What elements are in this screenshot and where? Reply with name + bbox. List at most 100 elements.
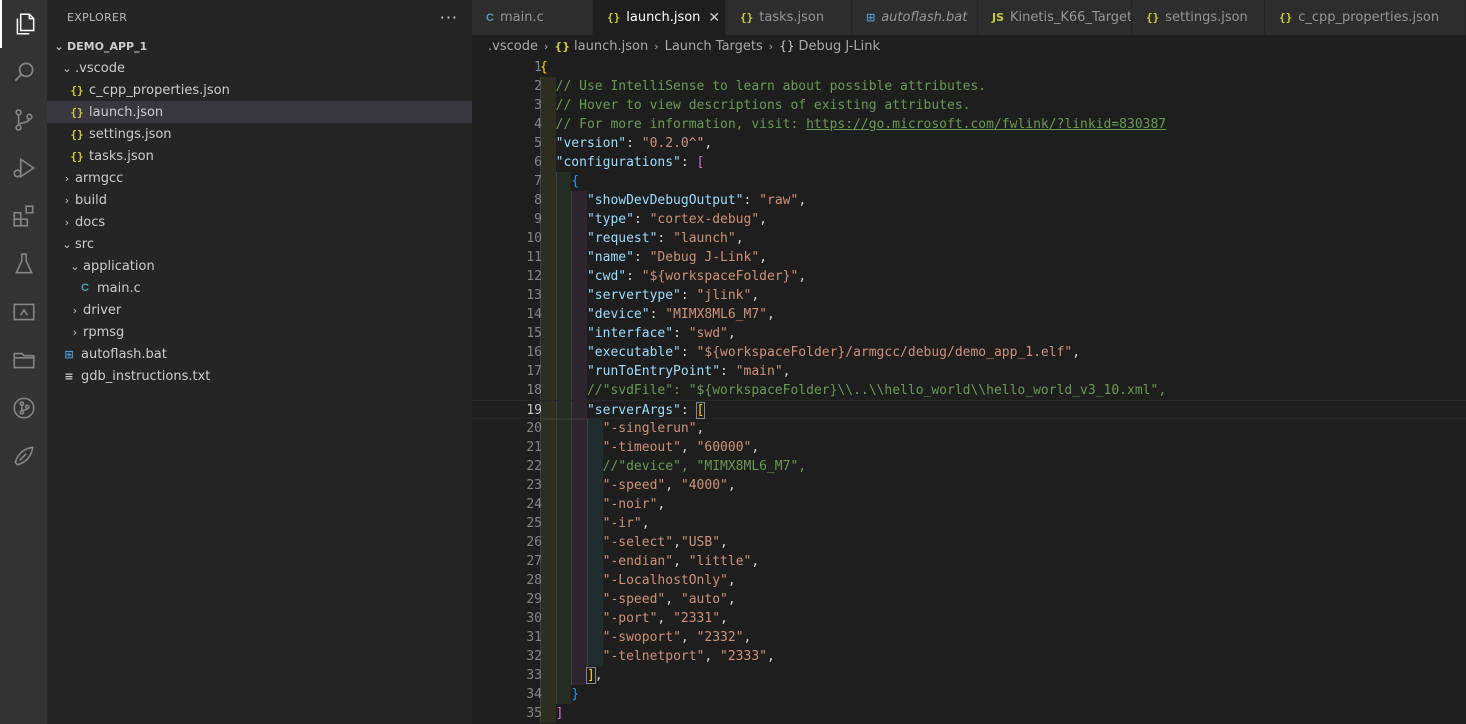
code-line[interactable]: 16 "executable": "${workspaceFolder}/armg… [472, 343, 1466, 362]
code-line[interactable]: 6 "configurations": [ [472, 153, 1466, 172]
more-actions-icon[interactable]: ··· [440, 8, 458, 27]
tree-item[interactable]: {} settings.json [47, 123, 472, 145]
code-token: : [680, 155, 697, 170]
tab-main-c[interactable]: Cmain.c [472, 0, 593, 35]
code-text: // Hover to view descriptions of existin… [556, 96, 971, 115]
tree-item[interactable]: Cmain.c [47, 277, 472, 299]
code-line[interactable]: 1{ [472, 58, 1466, 77]
code-token: , [798, 269, 807, 284]
search-icon[interactable] [0, 48, 47, 96]
close-icon[interactable]: ✕ [708, 10, 720, 26]
code-line[interactable]: 31 "-swoport", "2332", [472, 628, 1466, 647]
code-token: , [696, 421, 705, 436]
code-line[interactable]: 12 "cwd": "${workspaceFolder}", [472, 267, 1466, 286]
indent-rainbow [555, 590, 572, 609]
indent-guide [586, 647, 588, 666]
tree-item[interactable]: {} tasks.json [47, 145, 472, 167]
code-line[interactable]: 33], [472, 666, 1466, 685]
indent-rainbow [540, 495, 556, 514]
code-line[interactable]: 20 "-singlerun", [472, 419, 1466, 438]
code-line[interactable]: 14 "device": "MIMX8ML6_M7", [472, 305, 1466, 324]
line-number: 10 [526, 231, 542, 246]
tree-item[interactable]: ⌄ .vscode [47, 57, 472, 79]
code-line[interactable]: 35] [472, 704, 1466, 723]
cortex-debug-icon[interactable] [0, 432, 47, 480]
code-line[interactable]: 8 "showDevDebugOutput": "raw", [472, 191, 1466, 210]
tree-item[interactable]: › docs [47, 211, 472, 233]
code-token: "4000" [680, 478, 728, 493]
code-text: //"device", "MIMX8ML6_M7", [603, 457, 807, 476]
folder-icon[interactable] [0, 336, 47, 384]
code-text: "-port", "2331", [603, 609, 728, 628]
line-number: 14 [526, 307, 542, 322]
code-line[interactable]: 9 "type": "cortex-debug", [472, 210, 1466, 229]
code-line[interactable]: 24 "-noir", [472, 495, 1466, 514]
remote-explorer-icon[interactable] [0, 288, 47, 336]
tab-c-cpp-properties-json[interactable]: {} c_cpp_properties.json [1265, 0, 1466, 35]
code-line[interactable]: 10 "request": "launch", [472, 229, 1466, 248]
tree-item[interactable]: › build [47, 189, 472, 211]
breadcrumb-item[interactable]: Launch Targets [665, 39, 763, 54]
code-line[interactable]: 7{ [472, 172, 1466, 191]
code-line[interactable]: 17 "runToEntryPoint": "main", [472, 362, 1466, 381]
tree-item[interactable]: ⊞ autoflash.bat [47, 343, 472, 365]
run-debug-icon[interactable] [0, 144, 47, 192]
tree-item[interactable]: › armgcc [47, 167, 472, 189]
code-line[interactable]: 19 "serverArgs": [ [472, 400, 1466, 420]
tab-kinetis-k66-target-js[interactable]: JS Kinetis_K66_Target.js [978, 0, 1132, 35]
code-line[interactable]: 32 "-telnetport", "2333", [472, 647, 1466, 666]
code-text: // Use IntelliSense to learn about possi… [556, 77, 986, 96]
tree-item[interactable]: {} launch.json [47, 101, 472, 123]
tab-settings-json[interactable]: {} settings.json [1132, 0, 1265, 35]
code-line[interactable]: 28 "-LocalhostOnly", [472, 571, 1466, 590]
code-line[interactable]: 15 "interface": "swd", [472, 324, 1466, 343]
git-graph-icon[interactable] [0, 384, 47, 432]
code-line[interactable]: 26 "-select","USB", [472, 533, 1466, 552]
code-line[interactable]: 21 "-timeout", "60000", [472, 438, 1466, 457]
code-line[interactable]: 3 // Hover to view descriptions of existi… [472, 96, 1466, 115]
extensions-icon[interactable] [0, 192, 47, 240]
tree-item[interactable]: ≡ gdb_instructions.txt [47, 365, 472, 387]
code-line[interactable]: 2 // Use IntelliSense to learn about poss… [472, 77, 1466, 96]
code-token: "${workspaceFolder}" [641, 269, 799, 284]
breadcrumb-item[interactable]: Debug J-Link [798, 39, 880, 54]
code-token: , [1072, 345, 1081, 360]
indent-rainbow [540, 362, 556, 381]
code-line[interactable]: 4 // For more information, visit: https:/… [472, 115, 1466, 134]
indent-rainbow [540, 305, 556, 324]
indent-rainbow [586, 571, 603, 590]
code-line[interactable]: 25 "-ir", [472, 514, 1466, 533]
tree-item[interactable]: {} c_cpp_properties.json [47, 79, 472, 101]
code-line[interactable]: 13 "servertype": "jlink", [472, 286, 1466, 305]
code-text: { [571, 172, 579, 191]
breadcrumb-item[interactable]: .vscode [488, 39, 538, 54]
code-line[interactable]: 34} [472, 685, 1466, 704]
breadcrumb-item[interactable]: launch.json [574, 39, 648, 54]
code-line[interactable]: 5 "version": "0.2.0^", [472, 134, 1466, 153]
tab-launch-json[interactable]: {} launch.json ✕ [593, 0, 726, 35]
code-token: , [680, 440, 697, 455]
tab-autoflash-bat[interactable]: ⊞ autoflash.bat [852, 0, 978, 35]
workspace-root[interactable]: ⌄ DEMO_APP_1 [47, 35, 472, 57]
testing-icon[interactable] [0, 240, 47, 288]
code-text: "-endian", "little", [603, 552, 760, 571]
indent-guide [571, 191, 573, 210]
tree-item[interactable]: › rpmsg [47, 321, 472, 343]
windows-icon: ⊞ [866, 11, 876, 24]
code-line[interactable]: 23 "-speed", "4000", [472, 476, 1466, 495]
code-line[interactable]: 30 "-port", "2331", [472, 609, 1466, 628]
code-token: "swd" [688, 326, 728, 341]
code-line[interactable]: 18 //"svdFile": "${workspaceFolder}\\..\\… [472, 381, 1466, 400]
code-editor[interactable]: 1{2// Use IntelliSense to learn about po… [472, 57, 1466, 724]
code-line[interactable]: 29 "-speed", "auto", [472, 590, 1466, 609]
code-line[interactable]: 22 //"device", "MIMX8ML6_M7", [472, 457, 1466, 476]
c-file-icon: C [81, 282, 89, 294]
source-control-icon[interactable] [0, 96, 47, 144]
tree-item[interactable]: ⌄ src [47, 233, 472, 255]
code-line[interactable]: 11 "name": "Debug J-Link", [472, 248, 1466, 267]
code-line[interactable]: 27 "-endian", "little", [472, 552, 1466, 571]
tree-item[interactable]: ⌄ application [47, 255, 472, 277]
explorer-icon[interactable] [0, 0, 47, 48]
tree-item[interactable]: › driver [47, 299, 472, 321]
tab-tasks-json[interactable]: {} tasks.json [726, 0, 852, 35]
